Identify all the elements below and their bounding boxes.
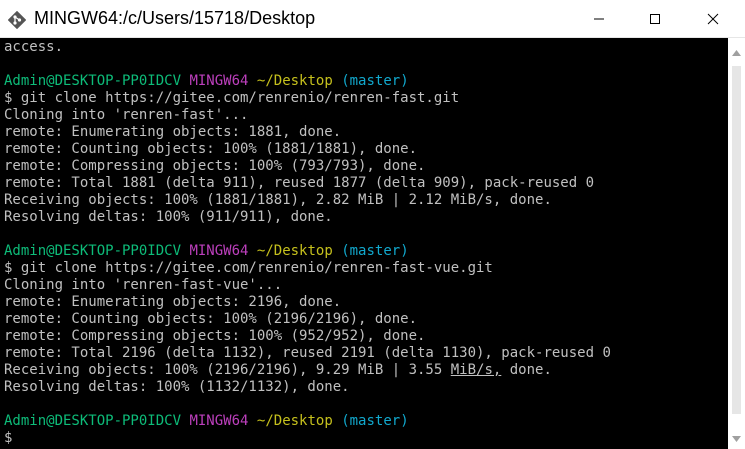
- minimize-icon: [594, 18, 604, 20]
- prompt-user: Admin@DESKTOP-PP0IDCV: [4, 413, 182, 429]
- output-line: Resolving deltas: 100% (911/911), done.: [4, 209, 333, 225]
- prompt-system: MINGW64: [189, 413, 249, 429]
- close-icon: [707, 13, 719, 25]
- prompt-branch: (master): [341, 413, 409, 429]
- prompt-path: ~/Desktop: [256, 73, 333, 89]
- output-line: Cloning into 'renren-fast-vue'...: [4, 277, 283, 293]
- output-line: remote: Enumerating objects: 2196, done.: [4, 294, 342, 310]
- output-line: remote: Counting objects: 100% (2196/219…: [4, 311, 418, 327]
- prompt-system: MINGW64: [189, 243, 249, 259]
- vertical-scrollbar[interactable]: [728, 38, 745, 449]
- prompt-path: ~/Desktop: [256, 413, 333, 429]
- command-line: $ git clone https://gitee.com/renrenio/r…: [4, 260, 493, 276]
- output-line: Resolving deltas: 100% (1132/1132), done…: [4, 379, 350, 395]
- scroll-down-icon[interactable]: [732, 427, 741, 446]
- output-line: remote: Counting objects: 100% (1881/188…: [4, 141, 418, 157]
- prompt-path: ~/Desktop: [256, 243, 333, 259]
- output-line: Receiving objects: 100% (2196/2196), 9.2…: [4, 362, 728, 379]
- output-line: access.: [4, 39, 64, 55]
- output-line: Receiving objects: 100% (1881/1881), 2.8…: [4, 192, 552, 208]
- output-segment: done.: [501, 362, 552, 378]
- output-line: remote: Compressing objects: 100% (793/7…: [4, 158, 426, 174]
- maximize-icon: [650, 14, 660, 24]
- output-segment: Receiving objects: 100% (2196/2196), 9.2…: [4, 362, 451, 378]
- terminal-window: MINGW64:/c/Users/15718/Desktop access. Ad…: [0, 0, 745, 449]
- title-bar[interactable]: MINGW64:/c/Users/15718/Desktop: [0, 0, 745, 38]
- prompt-line: Admin@DESKTOP-PP0IDCV MINGW64 ~/Desktop …: [4, 413, 728, 430]
- close-button[interactable]: [690, 0, 736, 38]
- output-line: remote: Enumerating objects: 1881, done.: [4, 124, 342, 140]
- terminal-output[interactable]: access. Admin@DESKTOP-PP0IDCV MINGW64 ~/D…: [0, 38, 728, 449]
- output-line: remote: Total 1881 (delta 911), reused 1…: [4, 175, 595, 191]
- output-line: Cloning into 'renren-fast'...: [4, 107, 249, 123]
- prompt-line: Admin@DESKTOP-PP0IDCV MINGW64 ~/Desktop …: [4, 73, 728, 90]
- minimize-button[interactable]: [576, 0, 622, 38]
- command-line: $: [4, 430, 21, 446]
- prompt-system: MINGW64: [189, 73, 249, 89]
- scrollbar-thumb[interactable]: [732, 66, 741, 414]
- git-bash-icon: [7, 10, 27, 30]
- prompt-user: Admin@DESKTOP-PP0IDCV: [4, 73, 182, 89]
- prompt-line: Admin@DESKTOP-PP0IDCV MINGW64 ~/Desktop …: [4, 243, 728, 260]
- prompt-branch: (master): [341, 243, 409, 259]
- scroll-up-icon[interactable]: [732, 41, 741, 60]
- output-highlight: MiB/s,: [450, 362, 502, 378]
- prompt-branch: (master): [341, 73, 409, 89]
- command-line: $ git clone https://gitee.com/renrenio/r…: [4, 90, 460, 106]
- output-line: remote: Total 2196 (delta 1132), reused …: [4, 345, 611, 361]
- output-line: remote: Compressing objects: 100% (952/9…: [4, 328, 426, 344]
- window-title: MINGW64:/c/Users/15718/Desktop: [34, 8, 316, 28]
- prompt-user: Admin@DESKTOP-PP0IDCV: [4, 243, 182, 259]
- maximize-button[interactable]: [632, 0, 678, 38]
